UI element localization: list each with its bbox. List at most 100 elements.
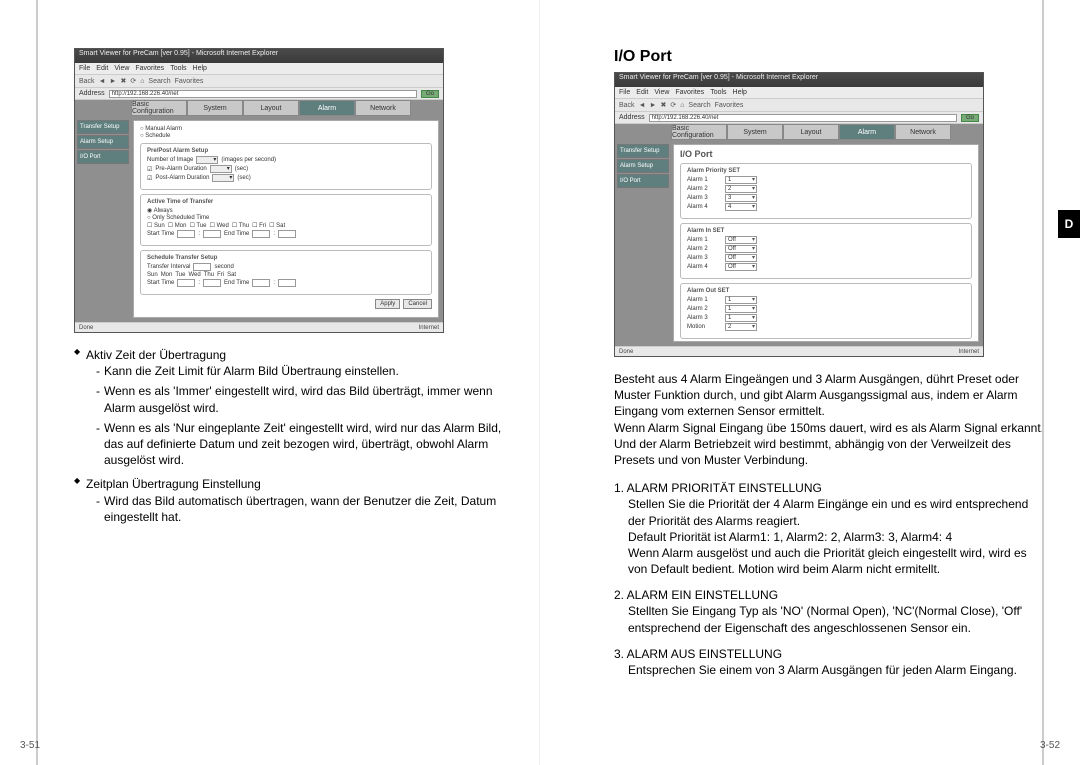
alarm-out-select[interactable]: 1: [725, 314, 757, 322]
go-button[interactable]: Go: [961, 114, 979, 122]
menu-item[interactable]: Edit: [636, 89, 648, 96]
address-input[interactable]: http://192.168.226.40/net: [109, 90, 417, 98]
pre-alarm-check[interactable]: [147, 166, 152, 173]
alarm-in-select[interactable]: Off: [725, 236, 757, 244]
s2-start-m[interactable]: [203, 279, 221, 287]
back-button[interactable]: Back: [619, 102, 635, 109]
menu-item[interactable]: Favorites: [135, 65, 164, 72]
cancel-button[interactable]: Cancel: [403, 299, 432, 309]
stop-icon[interactable]: ✖: [120, 77, 126, 85]
priority-select[interactable]: 2: [725, 185, 757, 193]
screenshot-alarm-transfer: Smart Viewer for PreCam [ver 0.95] - Mic…: [74, 48, 444, 333]
tab-basic[interactable]: Basic Configuration: [671, 124, 727, 140]
priority-select[interactable]: 1: [725, 176, 757, 184]
day-fri[interactable]: Fri: [252, 222, 266, 229]
tab-network[interactable]: Network: [895, 124, 951, 140]
go-button[interactable]: Go: [421, 90, 439, 98]
search-button[interactable]: Search: [688, 102, 710, 109]
images-per-sec-select[interactable]: [196, 156, 218, 164]
sidebar-item-alarm[interactable]: Alarm Setup: [617, 159, 669, 173]
s2-end-m[interactable]: [278, 279, 296, 287]
alarm-out-select[interactable]: 1: [725, 305, 757, 313]
s2-end-h[interactable]: [252, 279, 270, 287]
post-alarm-select[interactable]: [212, 174, 234, 182]
alarm-out-select[interactable]: 1: [725, 296, 757, 304]
pre-alarm-select[interactable]: [210, 165, 232, 173]
menu-item[interactable]: Help: [733, 89, 747, 96]
sidebar-item-transfer[interactable]: Transfer Setup: [77, 120, 129, 134]
menu-item[interactable]: File: [619, 89, 630, 96]
menu-item[interactable]: Favorites: [675, 89, 704, 96]
nav-icon[interactable]: ◄: [99, 78, 106, 85]
stop-icon[interactable]: ✖: [660, 101, 666, 109]
start-h[interactable]: [177, 230, 195, 238]
tab-network[interactable]: Network: [355, 100, 411, 116]
favorites-button[interactable]: Favorites: [175, 78, 204, 85]
day-tue[interactable]: Tue: [189, 222, 206, 229]
sidebar-item-io[interactable]: I/O Port: [77, 150, 129, 164]
alarm-in-select[interactable]: Off: [725, 263, 757, 271]
apply-button[interactable]: Apply: [375, 299, 400, 309]
tab-system[interactable]: System: [187, 100, 243, 116]
sidebar-item-alarm[interactable]: Alarm Setup: [77, 135, 129, 149]
menu-item[interactable]: File: [79, 65, 90, 72]
sidebar-item-io[interactable]: I/O Port: [617, 174, 669, 188]
refresh-icon[interactable]: ⟳: [670, 101, 676, 109]
priority-select[interactable]: 3: [725, 194, 757, 202]
menu-item[interactable]: View: [654, 89, 669, 96]
back-button[interactable]: Back: [79, 78, 95, 85]
menu-item[interactable]: View: [114, 65, 129, 72]
day-mon[interactable]: Mon: [168, 222, 187, 229]
alarm-in-select[interactable]: Off: [725, 254, 757, 262]
tab-system[interactable]: System: [727, 124, 783, 140]
status-bar: Done Internet: [615, 346, 983, 356]
start-m[interactable]: [203, 230, 221, 238]
day-sun[interactable]: Sun: [147, 222, 165, 229]
radio-schedule[interactable]: Schedule: [140, 133, 170, 139]
nav-icon[interactable]: ►: [650, 102, 657, 109]
tab-layout[interactable]: Layout: [243, 100, 299, 116]
browser-toolbar: Back ◄ ► ✖ ⟳ ⌂ Search Favorites: [75, 74, 443, 88]
nav-icon[interactable]: ►: [110, 78, 117, 85]
interval-input[interactable]: [193, 263, 211, 271]
status-left: Done: [619, 349, 633, 355]
address-input[interactable]: http://192.168.226.40/net: [649, 114, 957, 122]
row-label: Alarm 3: [687, 255, 721, 261]
end-time-label: End Time: [224, 231, 249, 237]
priority-select[interactable]: 4: [725, 203, 757, 211]
gutter-line: [36, 0, 38, 765]
tab-basic[interactable]: Basic Configuration: [131, 100, 187, 116]
day-sat[interactable]: Sat: [269, 222, 285, 229]
home-icon[interactable]: ⌂: [140, 78, 144, 85]
search-button[interactable]: Search: [148, 78, 170, 85]
tab-layout[interactable]: Layout: [783, 124, 839, 140]
row-label: Alarm 2: [687, 246, 721, 252]
interval-unit: second: [214, 264, 233, 270]
home-icon[interactable]: ⌂: [680, 102, 684, 109]
alarm-in-select[interactable]: Off: [725, 245, 757, 253]
alarm-out-select[interactable]: 2: [725, 323, 757, 331]
sidebar-item-transfer[interactable]: Transfer Setup: [617, 144, 669, 158]
menu-item[interactable]: Edit: [96, 65, 108, 72]
day-wed[interactable]: Wed: [210, 222, 229, 229]
favorites-button[interactable]: Favorites: [715, 102, 744, 109]
end-h[interactable]: [252, 230, 270, 238]
nav-icon[interactable]: ◄: [639, 102, 646, 109]
tab-alarm[interactable]: Alarm: [299, 100, 355, 116]
address-label: Address: [619, 114, 645, 121]
group-pre-post-alarm: Pre/Post Alarm Setup Number of Image (im…: [140, 143, 432, 190]
menu-item[interactable]: Tools: [710, 89, 726, 96]
radio-scheduled[interactable]: Only Scheduled Time: [147, 215, 209, 221]
day-thu[interactable]: Thu: [232, 222, 249, 229]
post-alarm-check[interactable]: [147, 175, 152, 182]
s2-start-h[interactable]: [177, 279, 195, 287]
radio-always[interactable]: Always: [147, 207, 173, 214]
end-m[interactable]: [278, 230, 296, 238]
refresh-icon[interactable]: ⟳: [130, 77, 136, 85]
interval-label: Transfer Interval: [147, 264, 190, 270]
menu-item[interactable]: Help: [193, 65, 207, 72]
tab-alarm[interactable]: Alarm: [839, 124, 895, 140]
menu-item[interactable]: Tools: [170, 65, 186, 72]
group-title: Active Time of Transfer: [147, 199, 425, 205]
radio-manual-alarm[interactable]: Manual Alarm: [140, 126, 182, 132]
